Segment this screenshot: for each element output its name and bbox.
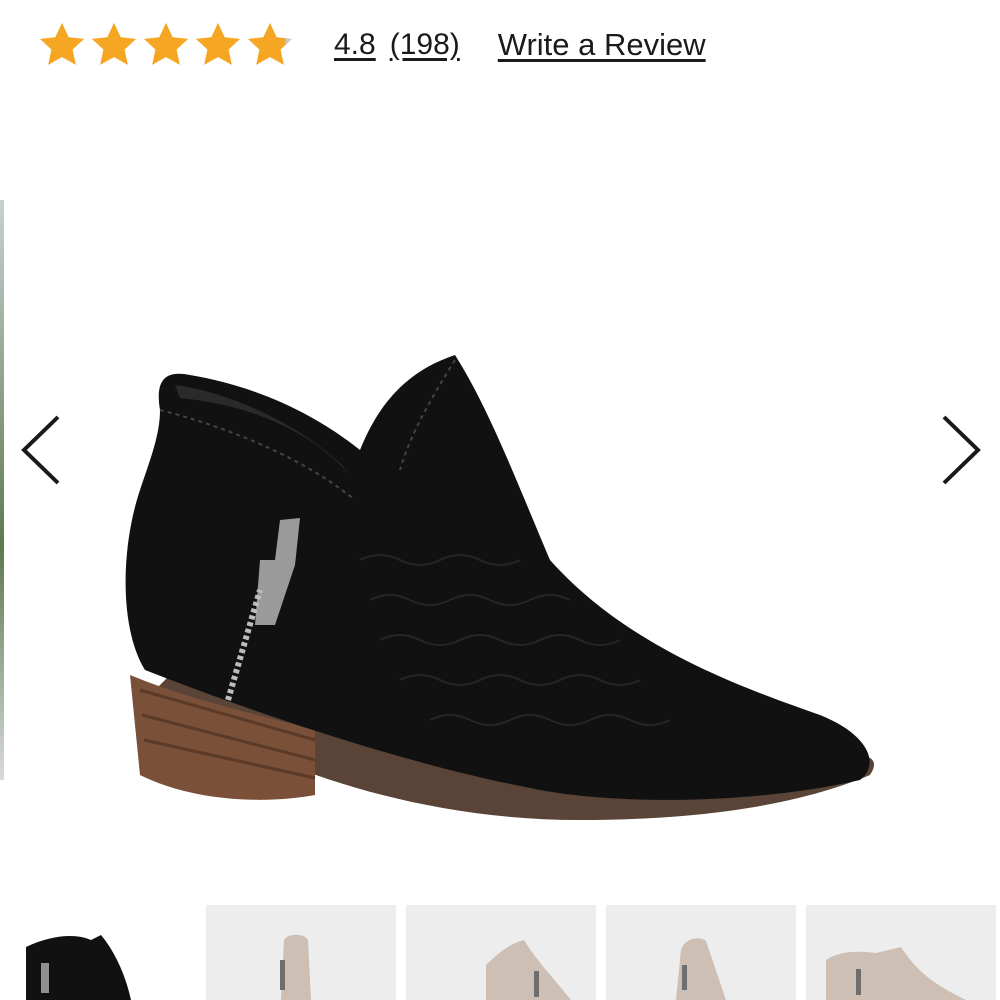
product-image-carousel[interactable] xyxy=(0,140,1000,880)
review-count[interactable]: (198) xyxy=(390,28,460,62)
chevron-left-icon xyxy=(21,415,60,485)
star-icon xyxy=(39,22,85,65)
rating-row: 4.8 (198) Write a Review xyxy=(36,14,706,76)
thumbnail-image xyxy=(676,938,726,1000)
thumbnail-image xyxy=(826,947,966,1000)
rating-value[interactable]: 4.8 xyxy=(334,28,376,62)
taupe-bootie-thumbnail-2[interactable] xyxy=(406,905,596,1000)
previous-image-edge xyxy=(0,200,4,780)
taupe-bootie-thumbnail-4[interactable] xyxy=(806,905,996,1000)
previous-image-button[interactable] xyxy=(10,410,70,490)
thumbnail-image xyxy=(280,934,311,1000)
write-review-link[interactable]: Write a Review xyxy=(498,27,706,63)
black-bootie-thumbnail[interactable] xyxy=(6,905,196,1000)
taupe-bootie-thumbnail-1[interactable] xyxy=(206,905,396,1000)
star-icon xyxy=(91,22,137,65)
star-icon xyxy=(195,22,241,65)
thumbnail-strip xyxy=(0,905,1000,1000)
chevron-right-icon xyxy=(942,415,981,485)
product-image xyxy=(125,355,875,820)
thumbnail-image xyxy=(486,940,571,1000)
star-icon xyxy=(247,22,293,65)
star-rating[interactable] xyxy=(36,19,296,71)
taupe-bootie-thumbnail-3[interactable] xyxy=(606,905,796,1000)
thumbnail-image xyxy=(26,935,131,1000)
star-icon xyxy=(143,22,189,65)
next-image-button[interactable] xyxy=(932,410,992,490)
